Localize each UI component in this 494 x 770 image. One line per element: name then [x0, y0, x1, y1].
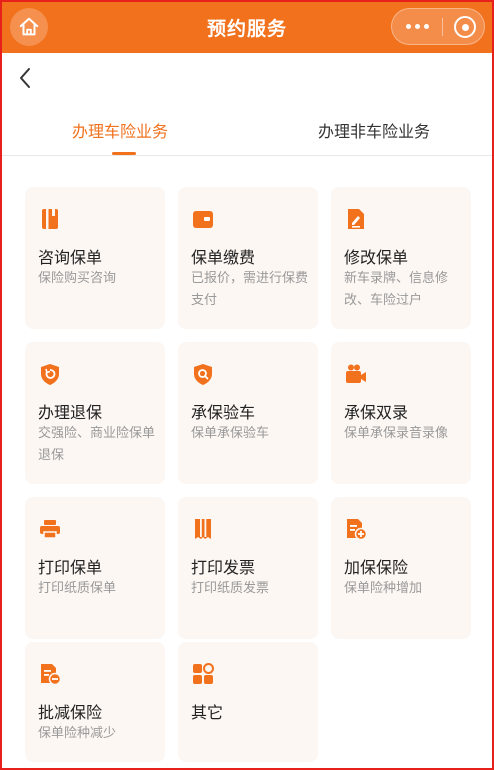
service-title: 打印发票: [191, 558, 256, 577]
service-desc: 已报价，需进行保费支付: [191, 271, 309, 308]
service-title: 承保双录: [344, 403, 409, 422]
service-desc: 保单险种增加: [344, 581, 423, 596]
wallet-icon: [193, 211, 213, 228]
more-dot: [423, 24, 429, 29]
business-tabs: 办理车险业务 办理非车险业务: [0, 108, 494, 156]
service-title: 批减保险: [38, 703, 103, 722]
service-desc: 新车录牌、信息修改、车险过户: [344, 271, 449, 308]
service-title: 修改保单: [344, 248, 409, 267]
service-desc: 保单承保验车: [191, 426, 270, 441]
document-minus-icon: [41, 664, 62, 686]
service-desc: 打印纸质保单: [38, 581, 117, 596]
service-card-add-coverage[interactable]: 加保保险 保单险种增加: [331, 497, 471, 639]
service-card-payment[interactable]: 保单缴费 已报价，需进行保费支付: [178, 187, 318, 329]
printer-icon: [40, 520, 60, 539]
book-icon: [42, 209, 58, 229]
tab-non-auto-insurance[interactable]: 办理非车险业务: [318, 118, 430, 142]
refund-shield-icon: [41, 364, 59, 385]
service-card-reduce-coverage[interactable]: 批减保险 保单险种减少: [25, 642, 165, 762]
capsule-divider: [442, 18, 443, 36]
service-title: 加保保险: [344, 558, 409, 577]
service-card-modify[interactable]: 修改保单 新车录牌、信息修改、车险过户: [331, 187, 471, 329]
service-title: 承保验车: [191, 403, 256, 422]
service-title: 办理退保: [38, 403, 103, 422]
mini-program-capsule: [391, 8, 485, 45]
service-desc: 交强险、商业险保单退保: [38, 426, 156, 463]
service-title: 其它: [191, 703, 224, 722]
target-circle-icon: [461, 23, 469, 31]
more-dots-icon: [405, 24, 411, 29]
tab-auto-insurance[interactable]: 办理车险业务: [72, 118, 168, 142]
edit-document-icon: [348, 209, 364, 229]
service-title: 保单缴费: [191, 248, 256, 267]
service-card-surrender[interactable]: 办理退保 交强险、商业险保单退保: [25, 342, 165, 484]
more-dot: [414, 24, 420, 29]
service-card-dual-recording[interactable]: 承保双录 保单承保录音录像: [331, 342, 471, 484]
service-desc: 保单承保录音录像: [344, 426, 449, 441]
service-title: 打印保单: [38, 558, 103, 577]
document-add-icon: [347, 519, 368, 541]
top-navigation-bar: 预约服务: [0, 0, 494, 53]
video-camera-icon: [346, 364, 366, 383]
receipt-icon: [195, 519, 211, 539]
service-title: 咨询保单: [38, 248, 103, 267]
active-tab-indicator: [112, 152, 136, 155]
service-card-print-policy[interactable]: 打印保单 打印纸质保单: [25, 497, 165, 639]
service-desc: 保单险种减少: [38, 726, 117, 741]
close-miniprogram-button[interactable]: [454, 16, 476, 38]
service-card-consult[interactable]: 咨询保单 保险购买咨询: [25, 187, 165, 329]
back-button[interactable]: [14, 66, 38, 90]
service-card-inspection[interactable]: 承保验车 保单承保验车: [178, 342, 318, 484]
grid-icon: [193, 663, 214, 684]
service-desc: 保险购买咨询: [38, 271, 117, 286]
service-desc: 打印纸质发票: [191, 581, 270, 596]
inspect-shield-icon: [194, 364, 212, 385]
more-button[interactable]: [392, 9, 442, 44]
service-card-print-invoice[interactable]: 打印发票 打印纸质发票: [178, 497, 318, 639]
chevron-left-icon: [20, 68, 30, 88]
service-card-other[interactable]: 其它: [178, 642, 318, 762]
